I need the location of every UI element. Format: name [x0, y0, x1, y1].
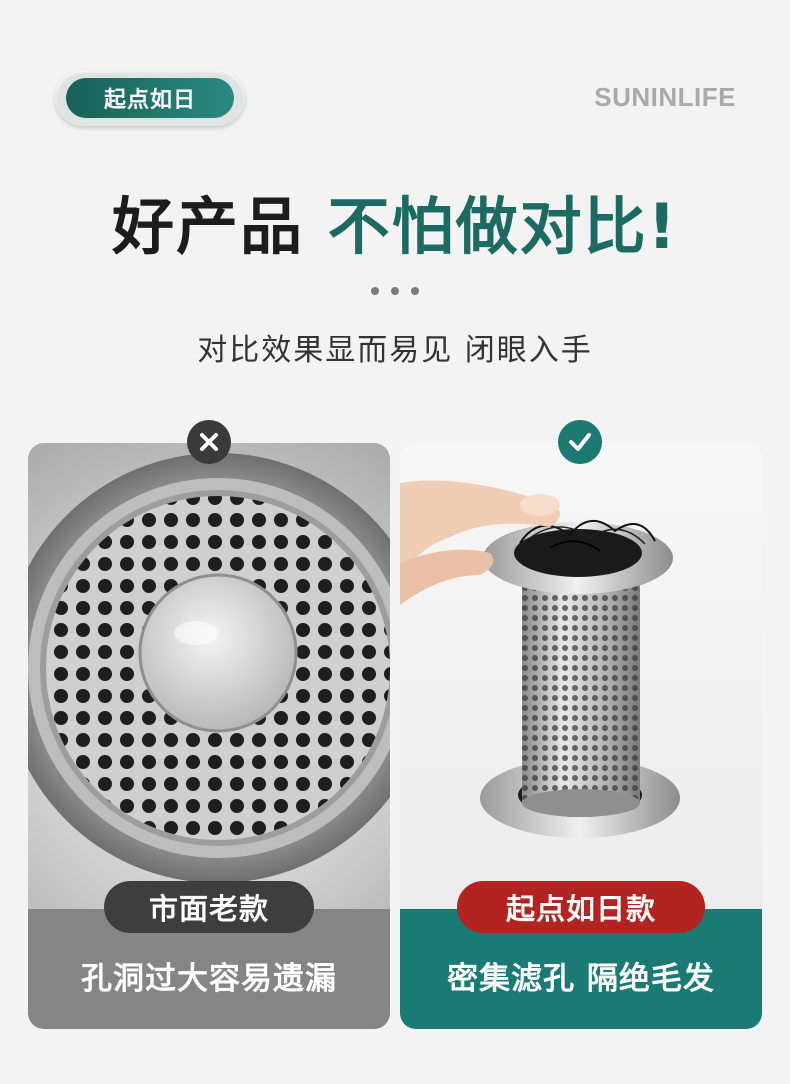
- divider-dot: [411, 287, 419, 295]
- new-tag: 起点如日款: [457, 881, 705, 933]
- old-caption: 孔洞过大容易遗漏: [81, 961, 337, 997]
- old-drain-photo: [28, 443, 390, 909]
- comparison-card-old: 市面老款 孔洞过大容易遗漏: [28, 443, 390, 1029]
- headline-part1: 好产品: [112, 190, 305, 263]
- new-caption: 密集滤孔 隔绝毛发: [447, 961, 715, 997]
- comparison-card-new: 起点如日款 密集滤孔 隔绝毛发: [400, 443, 762, 1029]
- brand-pill: 起点如日: [66, 78, 234, 118]
- subtitle: 对比效果显而易见 闭眼入手: [197, 333, 593, 368]
- headline: 好产品 不怕做对比!: [0, 176, 790, 266]
- dot-divider: [0, 287, 790, 295]
- old-tag: 市面老款: [104, 881, 314, 933]
- brand-logo: SUNINLIFE: [594, 82, 736, 112]
- headline-part2: 不怕做对比!: [327, 190, 678, 263]
- check-icon: [558, 420, 602, 464]
- divider-dot: [371, 287, 379, 295]
- new-strainer-photo: [400, 443, 762, 909]
- old-drain-illustration: [28, 453, 390, 883]
- strainer-illustration: [400, 480, 680, 838]
- x-icon: [187, 420, 231, 464]
- divider-dot: [391, 287, 399, 295]
